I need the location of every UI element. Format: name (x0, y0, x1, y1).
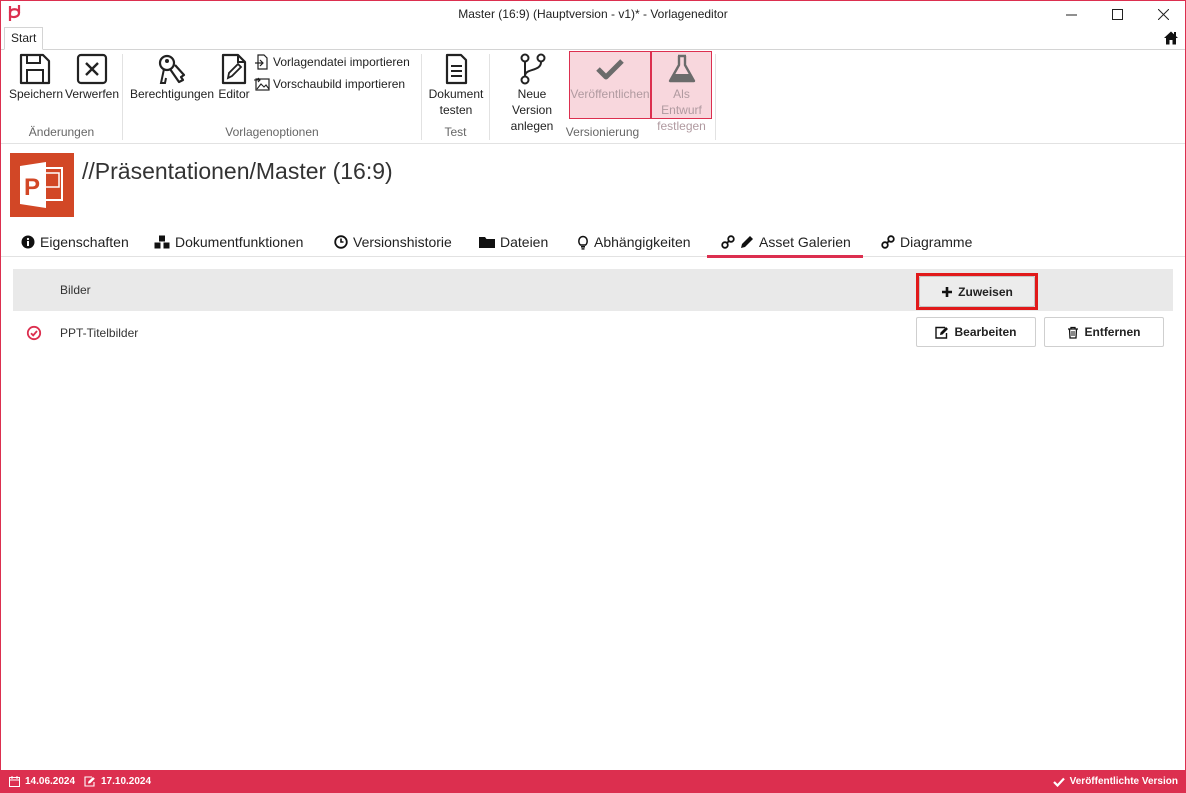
remove-button[interactable]: Entfernen (1044, 317, 1164, 347)
calendar-icon (9, 776, 20, 787)
test-document-label-1: Dokument (428, 87, 484, 101)
import-template-button[interactable]: Vorlagendatei importieren (254, 54, 410, 70)
permissions-label: Berechtigungen (129, 87, 215, 101)
row-name: PPT-Titelbilder (60, 326, 139, 340)
import-preview-button[interactable]: Vorschaubild importieren (254, 76, 405, 92)
test-document-label-2: testen (439, 103, 473, 117)
set-draft-button[interactable]: Als Entwurf festlegen (651, 51, 712, 133)
maximize-icon (1111, 8, 1123, 20)
tab-dateien[interactable]: Dateien (479, 227, 548, 257)
modified-date-value: 17.10.2024 (101, 776, 152, 787)
svg-text:P: P (24, 174, 40, 201)
group-label-changes: Änderungen (28, 125, 95, 139)
tab-asset-galerien[interactable]: Asset Galerien (707, 227, 863, 258)
close-box-icon (76, 53, 108, 85)
powerpoint-icon: P (10, 153, 74, 217)
highlight-box (916, 273, 1038, 310)
publish-label: Veröffentlichen (570, 87, 650, 101)
status-bar: 14.06.2024 17.10.2024 Veröffentlichte Ve… (1, 770, 1185, 792)
pencil-icon (741, 236, 753, 248)
tab-label: Eigenschaften (40, 234, 129, 250)
test-document-button[interactable]: Dokument testen (426, 52, 486, 118)
editor-label: Editor (218, 87, 250, 101)
tab-dokumentfunktionen[interactable]: Dokumentfunktionen (154, 227, 303, 257)
tab-eigenschaften[interactable]: Eigenschaften (21, 227, 129, 257)
import-preview-label: Vorschaubild importieren (273, 77, 406, 91)
lightbulb-icon (578, 235, 588, 250)
version-state: Veröffentlichte Version (1052, 770, 1178, 792)
save-button[interactable]: Speichern (9, 52, 64, 102)
ribbon: Speichern Verwerfen Änderungen Berechtig… (1, 50, 1185, 144)
publish-button[interactable]: Veröffentlichen (569, 51, 651, 119)
edit-icon (935, 326, 949, 339)
floppy-disk-icon (19, 53, 51, 85)
minimize-icon (1065, 14, 1077, 15)
created-date-value: 14.06.2024 (25, 776, 76, 787)
check-circle-icon (26, 325, 42, 341)
keys-icon (158, 54, 186, 84)
tab-label: Asset Galerien (759, 234, 851, 250)
tab-label: Versionshistorie (353, 234, 452, 250)
app-window: Master (16:9) (Hauptversion - v1)* - Vor… (0, 0, 1186, 793)
edit-button[interactable]: Bearbeiten (916, 317, 1036, 347)
edit-label: Bearbeiten (954, 325, 1017, 339)
close-icon (1157, 8, 1169, 20)
permissions-button[interactable]: Berechtigungen (129, 52, 215, 102)
content-tabs: Eigenschaften Dokumentfunktionen Version… (1, 227, 1185, 258)
ribbon-separator (715, 54, 716, 140)
close-window-button[interactable] (1140, 1, 1185, 27)
tab-label: Dokumentfunktionen (175, 234, 304, 250)
minimize-button[interactable] (1048, 1, 1094, 27)
file-import-icon (255, 54, 268, 70)
folder-icon (479, 237, 495, 248)
tab-start[interactable]: Start (4, 27, 44, 50)
flask-icon (668, 54, 695, 83)
image-import-icon (254, 77, 270, 91)
branch-icon (520, 53, 546, 85)
edit-icon (84, 776, 95, 787)
created-date: 14.06.2024 (9, 770, 76, 792)
title-bar: Master (16:9) (Hauptversion - v1)* - Vor… (1, 1, 1185, 27)
import-template-label: Vorlagendatei importieren (273, 55, 410, 69)
discard-button[interactable]: Verwerfen (64, 52, 120, 102)
document-list-icon (445, 53, 468, 85)
editor-button[interactable]: Editor (216, 52, 252, 102)
modified-date: 17.10.2024 (84, 770, 152, 792)
new-version-label-1: Neue Version (511, 87, 553, 117)
discard-label: Verwerfen (64, 87, 120, 101)
set-draft-label-1: Als Entwurf (661, 87, 702, 117)
ribbon-tab-strip: Start (1, 27, 1185, 50)
cubes-icon (154, 235, 170, 249)
info-icon (21, 235, 35, 249)
checkmark-icon (1052, 777, 1065, 787)
maximize-button[interactable] (1094, 1, 1140, 27)
version-state-label: Veröffentlichte Version (1069, 776, 1178, 787)
group-label-template-options: Vorlagenoptionen (225, 125, 319, 139)
column-header-bilder: Bilder (60, 283, 91, 297)
page-title: //Präsentationen/Master (16:9) (82, 158, 393, 184)
link-icon (721, 235, 735, 249)
home-icon[interactable] (1163, 30, 1179, 46)
tab-versionshistorie[interactable]: Versionshistorie (334, 227, 452, 257)
remove-label: Entfernen (1084, 325, 1141, 339)
tab-abhaengigkeiten[interactable]: Abhängigkeiten (577, 227, 691, 257)
group-label-test: Test (444, 125, 467, 139)
document-edit-icon (221, 53, 247, 85)
new-version-button[interactable]: Neue Version anlegen (496, 52, 568, 134)
tab-diagramme[interactable]: Diagramme (881, 227, 972, 257)
clock-icon (334, 235, 348, 249)
tab-label: Abhängigkeiten (594, 234, 691, 250)
checkmark-icon (596, 59, 624, 80)
trash-icon (1068, 326, 1079, 339)
link-icon (881, 235, 895, 249)
save-label: Speichern (9, 87, 64, 101)
window-title: Master (16:9) (Hauptversion - v1)* - Vor… (458, 7, 728, 21)
group-label-versioning: Versionierung (565, 125, 640, 139)
tab-label: Diagramme (900, 234, 973, 250)
tab-label: Dateien (500, 234, 549, 250)
